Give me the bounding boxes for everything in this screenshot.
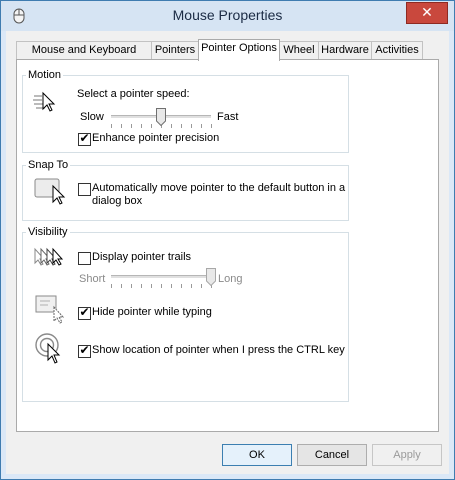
enhance-precision-label[interactable]: Enhance pointer precision (92, 132, 219, 144)
slider-tick (121, 124, 122, 128)
pointer-trails-label[interactable]: Display pointer trails (92, 251, 191, 263)
snap-to-group-label: Snap To (26, 159, 71, 171)
snap-to-checkbox[interactable] (78, 183, 91, 196)
hide-pointer-label[interactable]: Hide pointer while typing (92, 306, 212, 318)
motion-group-label: Motion (26, 69, 64, 81)
visibility-group-label: Visibility (26, 226, 70, 238)
slider-tick (181, 284, 182, 288)
checkmark-icon: ✔ (79, 131, 90, 145)
slider-tick (131, 284, 132, 288)
tab-hardware[interactable]: Hardware (318, 41, 372, 59)
close-button[interactable]: ✕ (406, 2, 448, 24)
slider-tick (201, 284, 202, 288)
enhance-precision-checkbox[interactable]: ✔ (78, 131, 91, 146)
pointer-speed-prompt: Select a pointer speed: (77, 88, 190, 100)
ok-button[interactable]: OK (222, 444, 292, 466)
pointer-trails-icon (34, 247, 64, 266)
slider-tick (171, 124, 172, 128)
snap-to-label-line2[interactable]: dialog box (92, 195, 142, 207)
slider-tick (131, 124, 132, 128)
pointer-trails-checkbox[interactable] (78, 252, 91, 265)
slider-tick (121, 284, 122, 288)
ctrl-locate-label[interactable]: Show location of pointer when I press th… (92, 344, 345, 356)
slider-tick (191, 284, 192, 288)
window-title: Mouse Properties (172, 7, 283, 23)
slider-tick (111, 284, 112, 288)
checkmark-icon (79, 250, 90, 261)
trail-length-slider[interactable] (111, 268, 216, 288)
slider-tick (181, 124, 182, 128)
tab-activities[interactable]: Activities (371, 41, 423, 59)
checkmark-icon: ✔ (79, 305, 90, 319)
tab-pointer-options[interactable]: Pointer Options (198, 39, 280, 61)
trail-slider-thumb[interactable] (206, 268, 216, 286)
mouse-properties-window: Mouse Properties ✕ Mouse and Keyboard Ce… (0, 0, 455, 480)
pointer-options-panel: Motion Select a pointer speed: Slow Fast… (16, 59, 439, 432)
slider-tick (211, 124, 212, 128)
ctrl-locate-checkbox[interactable]: ✔ (78, 343, 91, 358)
slider-tick (201, 124, 202, 128)
pointer-speed-slider[interactable] (111, 108, 212, 128)
slider-tick (151, 284, 152, 288)
speed-slow-label: Slow (80, 111, 104, 123)
snap-to-icon (34, 178, 66, 205)
speed-slider-thumb[interactable] (156, 108, 166, 126)
tab-pointers[interactable]: Pointers (151, 41, 199, 59)
speed-fast-label: Fast (217, 111, 239, 123)
trail-slider-track (111, 275, 211, 279)
ctrl-locate-icon (35, 333, 61, 364)
trail-short-label: Short (79, 273, 106, 285)
slider-tick (191, 124, 192, 128)
apply-button[interactable]: Apply (372, 444, 442, 466)
slider-tick (111, 124, 112, 128)
hide-pointer-checkbox[interactable]: ✔ (78, 305, 91, 320)
cancel-button[interactable]: Cancel (297, 444, 367, 466)
checkmark-icon: ✔ (79, 343, 90, 357)
slider-tick (141, 284, 142, 288)
slider-tick (151, 124, 152, 128)
snap-to-label-line1[interactable]: Automatically move pointer to the defaul… (92, 182, 345, 194)
checkmark-icon (79, 181, 90, 192)
slider-tick (141, 124, 142, 128)
tab-mouse-and-keyboard-center[interactable]: Mouse and Keyboard Center (16, 41, 152, 72)
tab-wheel[interactable]: Wheel (279, 41, 319, 59)
slider-tick (161, 284, 162, 288)
hide-pointer-icon (35, 295, 65, 324)
title-bar[interactable]: Mouse Properties ✕ (1, 1, 454, 31)
trail-long-label: Long (218, 273, 243, 285)
dialog-client-area: Mouse and Keyboard Center Pointers Point… (6, 31, 449, 474)
pointer-speed-icon (33, 91, 56, 112)
slider-tick (171, 284, 172, 288)
